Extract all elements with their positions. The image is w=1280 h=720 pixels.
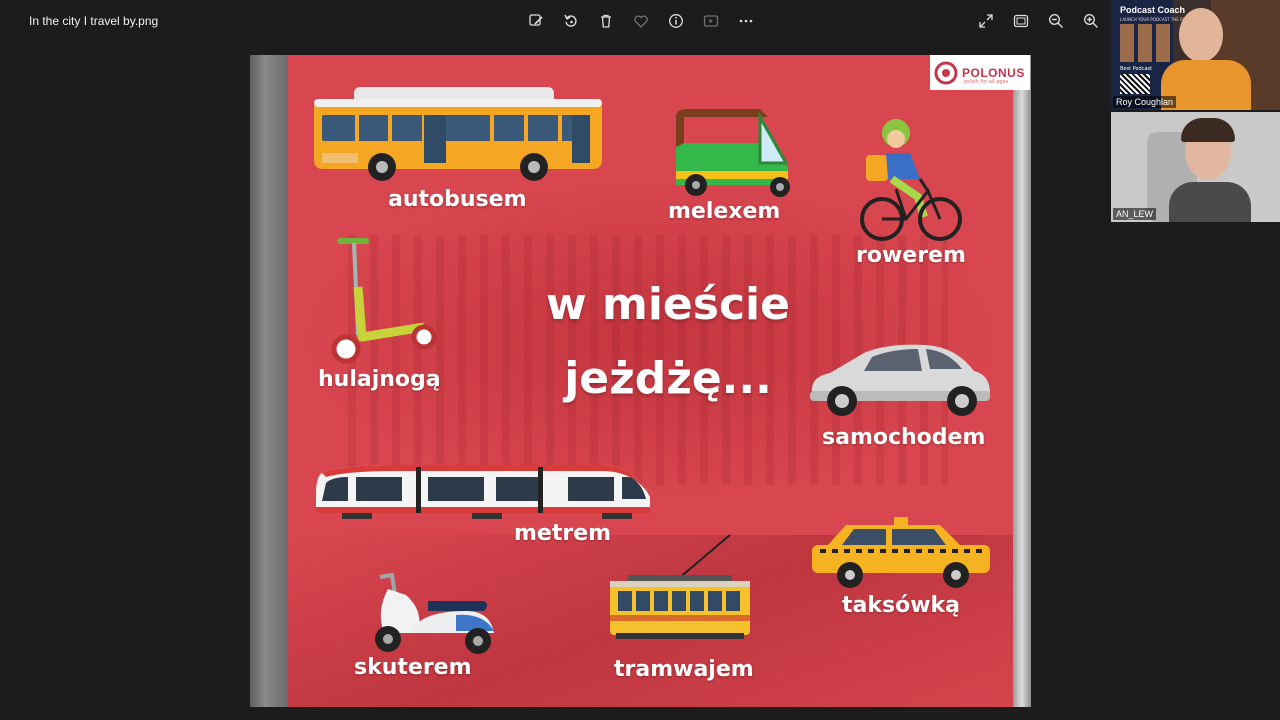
label-motor-scooter: skuterem	[354, 655, 472, 680]
poster-title-line2: jeżdżę...	[564, 353, 772, 404]
label-bus: autobusem	[388, 187, 527, 212]
kick-scooter-icon	[331, 238, 437, 364]
label-tram: tramwajem	[614, 657, 754, 682]
info-icon[interactable]	[665, 10, 687, 32]
file-name: In the city I travel by.png	[29, 14, 159, 28]
participant-name: Roy Coughlan	[1113, 96, 1177, 108]
slideshow-icon[interactable]	[700, 10, 722, 32]
delete-icon[interactable]	[595, 10, 617, 32]
video-tile-roy[interactable]: Podcast Coach LAUNCH YOUR PODCAST THE RI…	[1111, 0, 1280, 110]
city-photo-right-edge	[1013, 55, 1031, 707]
viewer-toolbar: In the city I travel by.png	[0, 0, 1110, 42]
bicycle-icon	[860, 119, 962, 241]
motor-scooter-icon	[375, 572, 494, 654]
qr-code	[1120, 74, 1150, 94]
label-taxi: taksówką	[842, 593, 961, 618]
logo-subtitle: polish for all ages	[964, 79, 1009, 85]
edit-image-icon[interactable]	[525, 10, 547, 32]
image-canvas: autobusem melexem rowerem hulajnogą w mi…	[250, 55, 1031, 707]
participant-face	[1179, 8, 1223, 62]
polonus-logo-icon	[934, 61, 958, 84]
favorite-icon[interactable]	[630, 10, 652, 32]
transport-poster: autobusem melexem rowerem hulajnogą w mi…	[288, 55, 1013, 707]
more-icon[interactable]	[735, 10, 757, 32]
polonus-logo: POLONUS polish for all ages	[930, 55, 1030, 90]
participant-shirt	[1169, 182, 1251, 222]
city-photo-left-edge	[250, 55, 288, 707]
car-icon	[810, 344, 990, 416]
metro-train-icon	[316, 465, 650, 519]
label-bicycle: rowerem	[856, 243, 966, 268]
label-rickshaw: melexem	[668, 199, 781, 224]
label-metro: metrem	[514, 521, 612, 546]
label-car: samochodem	[822, 425, 986, 450]
participant-name: AN_LEW	[1113, 208, 1157, 220]
fullscreen-icon[interactable]	[975, 10, 997, 32]
taxi-icon	[812, 517, 990, 588]
zoom-out-icon[interactable]	[1045, 10, 1067, 32]
bus-icon	[314, 87, 602, 181]
banner-title: Podcast Coach	[1120, 5, 1186, 15]
video-tile-an-lew[interactable]: AN_LEW	[1111, 112, 1280, 222]
fit-window-icon[interactable]	[1010, 10, 1032, 32]
book-covers	[1120, 24, 1170, 62]
banner-best: Best Podcast	[1120, 66, 1153, 72]
participant-hair	[1181, 118, 1235, 142]
rickshaw-icon	[676, 109, 790, 197]
rotate-icon[interactable]	[560, 10, 582, 32]
logo-text: POLONUS	[962, 65, 1025, 80]
label-kick-scooter: hulajnogą	[318, 367, 441, 392]
tram-icon	[610, 534, 750, 639]
zoom-in-icon[interactable]	[1080, 10, 1102, 32]
poster-title-line1: w mieście	[546, 279, 790, 330]
